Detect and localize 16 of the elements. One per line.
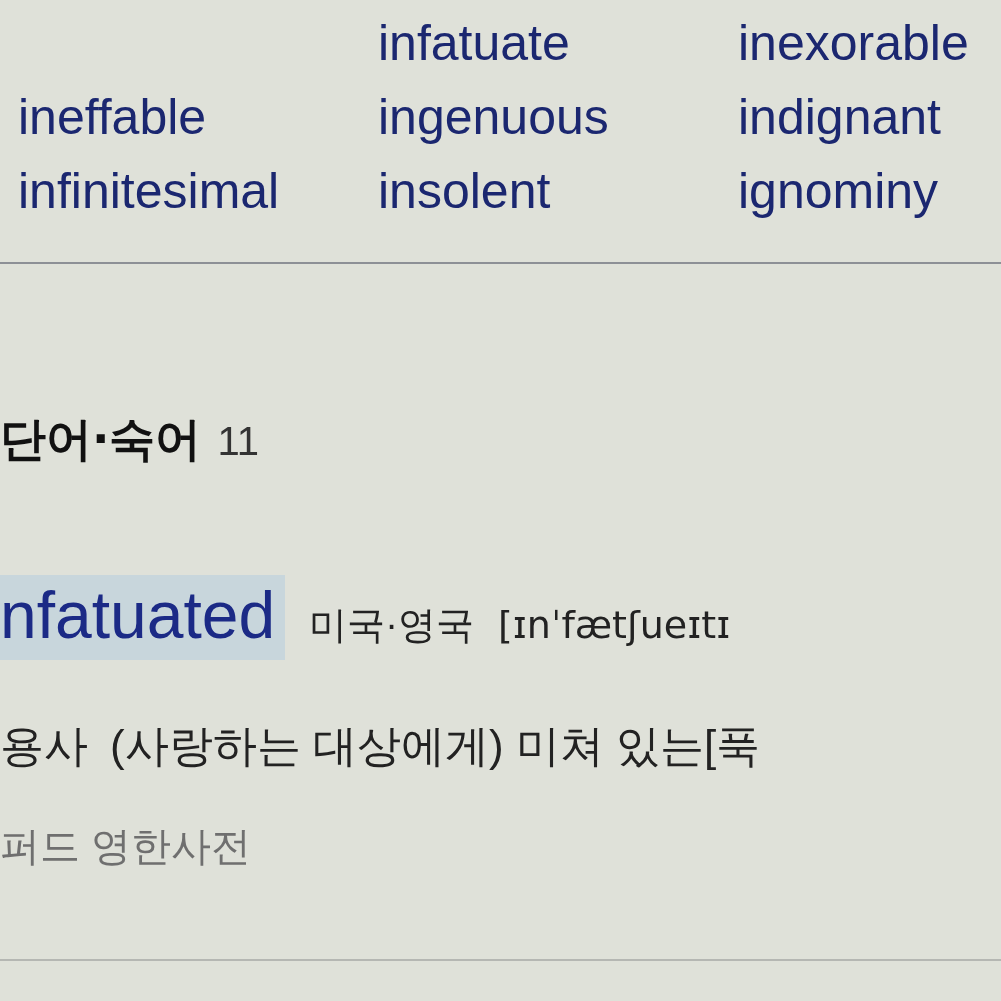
related-word-link[interactable]: ineffable — [18, 80, 207, 154]
related-word-link[interactable]: ignominy — [738, 154, 939, 228]
related-word-link[interactable]: indignant — [738, 80, 941, 154]
result-count: 11 — [217, 418, 259, 465]
related-word-link[interactable]: infatuate — [378, 6, 570, 80]
related-word-link[interactable]: ingenuous — [378, 80, 609, 154]
related-word-link[interactable]: infinitesimal — [18, 154, 280, 228]
related-word-link[interactable]: inexorable — [738, 6, 969, 80]
part-of-speech: 용사 — [0, 719, 88, 772]
related-word-link[interactable]: insolent — [378, 154, 551, 228]
definition-text: (사랑하는 대상에게) 미쳐 있는[푹 — [110, 719, 761, 772]
headword-link[interactable]: nfatuated — [0, 575, 286, 660]
pronunciation-label: 미국·영국 — [309, 603, 474, 649]
section-title: 단어·숙어 — [0, 412, 202, 468]
pronunciation-text: [ɪnˈfætʃueɪtɪ — [497, 603, 731, 648]
dictionary-source: 퍼드 영한사전 — [0, 822, 252, 870]
